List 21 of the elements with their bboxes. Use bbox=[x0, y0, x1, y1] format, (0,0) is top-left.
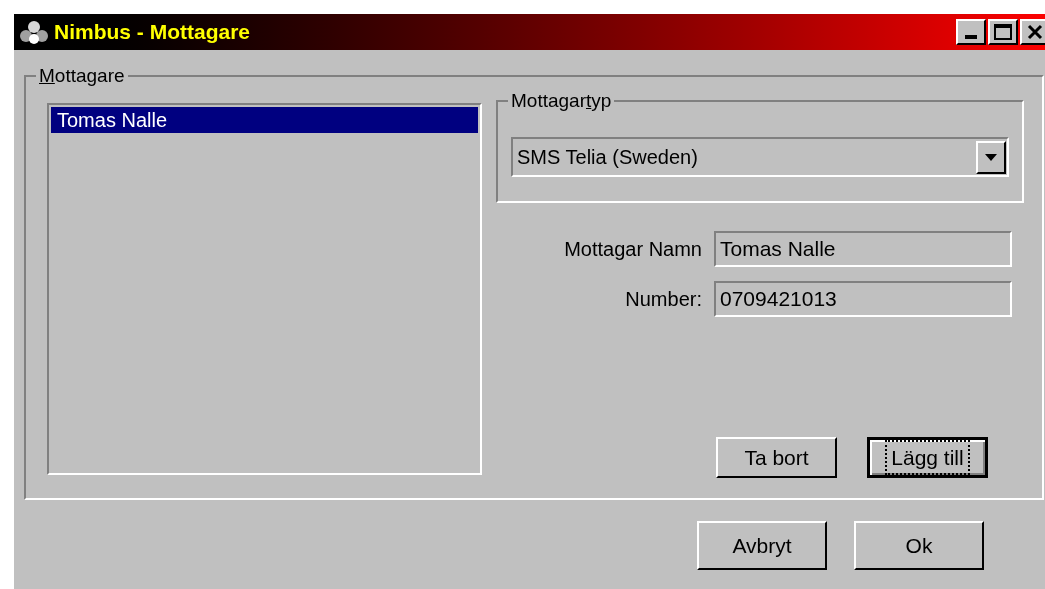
type-dropdown[interactable]: SMS Telia (Sweden) bbox=[511, 137, 1009, 177]
maximize-icon bbox=[994, 24, 1012, 40]
dropdown-button[interactable] bbox=[976, 140, 1006, 174]
maximize-button[interactable] bbox=[988, 19, 1018, 45]
app-icon bbox=[18, 18, 50, 46]
field-label: Number: bbox=[624, 287, 703, 312]
text-field[interactable]: Tomas Nalle bbox=[714, 231, 1012, 267]
minimize-button[interactable] bbox=[956, 19, 986, 45]
recipient-list[interactable]: Tomas Nalle bbox=[47, 103, 482, 475]
close-icon bbox=[1027, 24, 1043, 40]
list-item[interactable]: Tomas Nalle bbox=[51, 107, 478, 133]
default-button[interactable]: Lägg till bbox=[867, 437, 988, 478]
field-label: Mottagar Namn bbox=[563, 237, 703, 262]
caret-icon bbox=[985, 153, 997, 161]
dialog-button[interactable]: Ok bbox=[854, 521, 984, 570]
minimize-icon bbox=[965, 35, 977, 39]
window-title: Nimbus - Mottagare bbox=[54, 19, 250, 46]
close-button[interactable] bbox=[1020, 19, 1045, 45]
text-field[interactable]: 0709421013 bbox=[714, 281, 1012, 317]
dialog-button[interactable]: Avbryt bbox=[697, 521, 827, 570]
dialog-button[interactable]: Ta bort bbox=[716, 437, 837, 478]
